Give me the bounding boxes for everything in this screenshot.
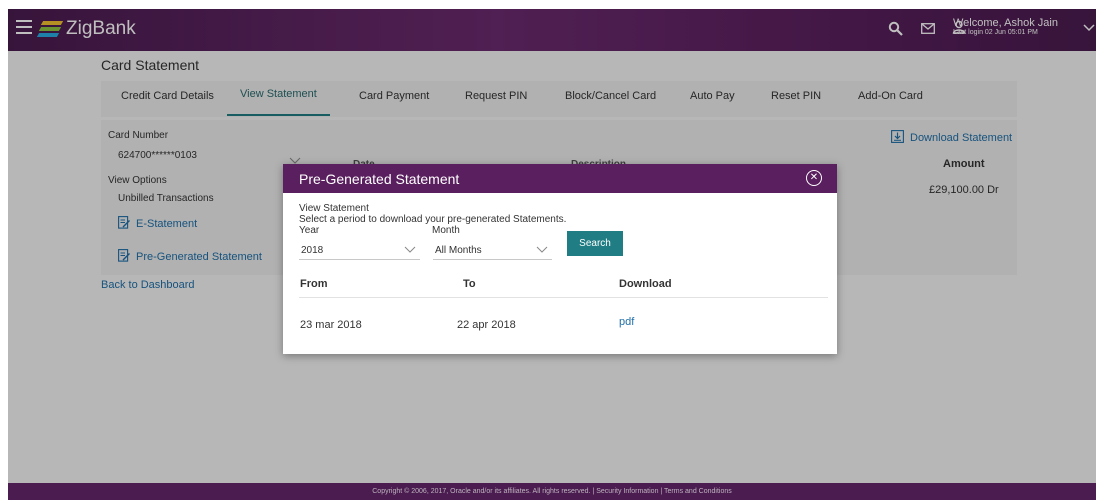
year-select[interactable]: 2018 [299,240,420,260]
footer: Copyright © 2006, 2017, Oracle and/or it… [8,483,1096,500]
row-to-date: 22 apr 2018 [457,319,516,331]
month-select[interactable]: All Months [433,240,552,260]
row-from-date: 23 mar 2018 [300,319,362,331]
dialog-title: Pre-Generated Statement [299,171,460,187]
pdf-download-link[interactable]: pdf [619,316,634,328]
search-button[interactable]: Search [567,231,623,256]
pre-generated-statement-dialog: Pre-Generated Statement ✕ View Statement… [283,164,837,354]
from-column-header: From [300,278,328,290]
table-divider [299,297,828,298]
chevron-down-icon [404,246,416,257]
to-column-header: To [463,278,476,290]
month-value: All Months [435,245,482,256]
month-label: Month [432,225,460,236]
year-label: Year [299,225,320,236]
year-value: 2018 [301,245,324,256]
close-icon[interactable]: ✕ [806,170,822,186]
view-statement-heading: View Statement [299,203,369,214]
instruction-text: Select a period to download your pre-gen… [299,214,567,225]
chevron-down-icon [536,246,548,257]
app-frame: ZigBank Welcome, Ashok Jain Last login 0… [8,9,1096,500]
download-column-header: Download [619,278,672,290]
dialog-header: Pre-Generated Statement ✕ [283,164,837,193]
